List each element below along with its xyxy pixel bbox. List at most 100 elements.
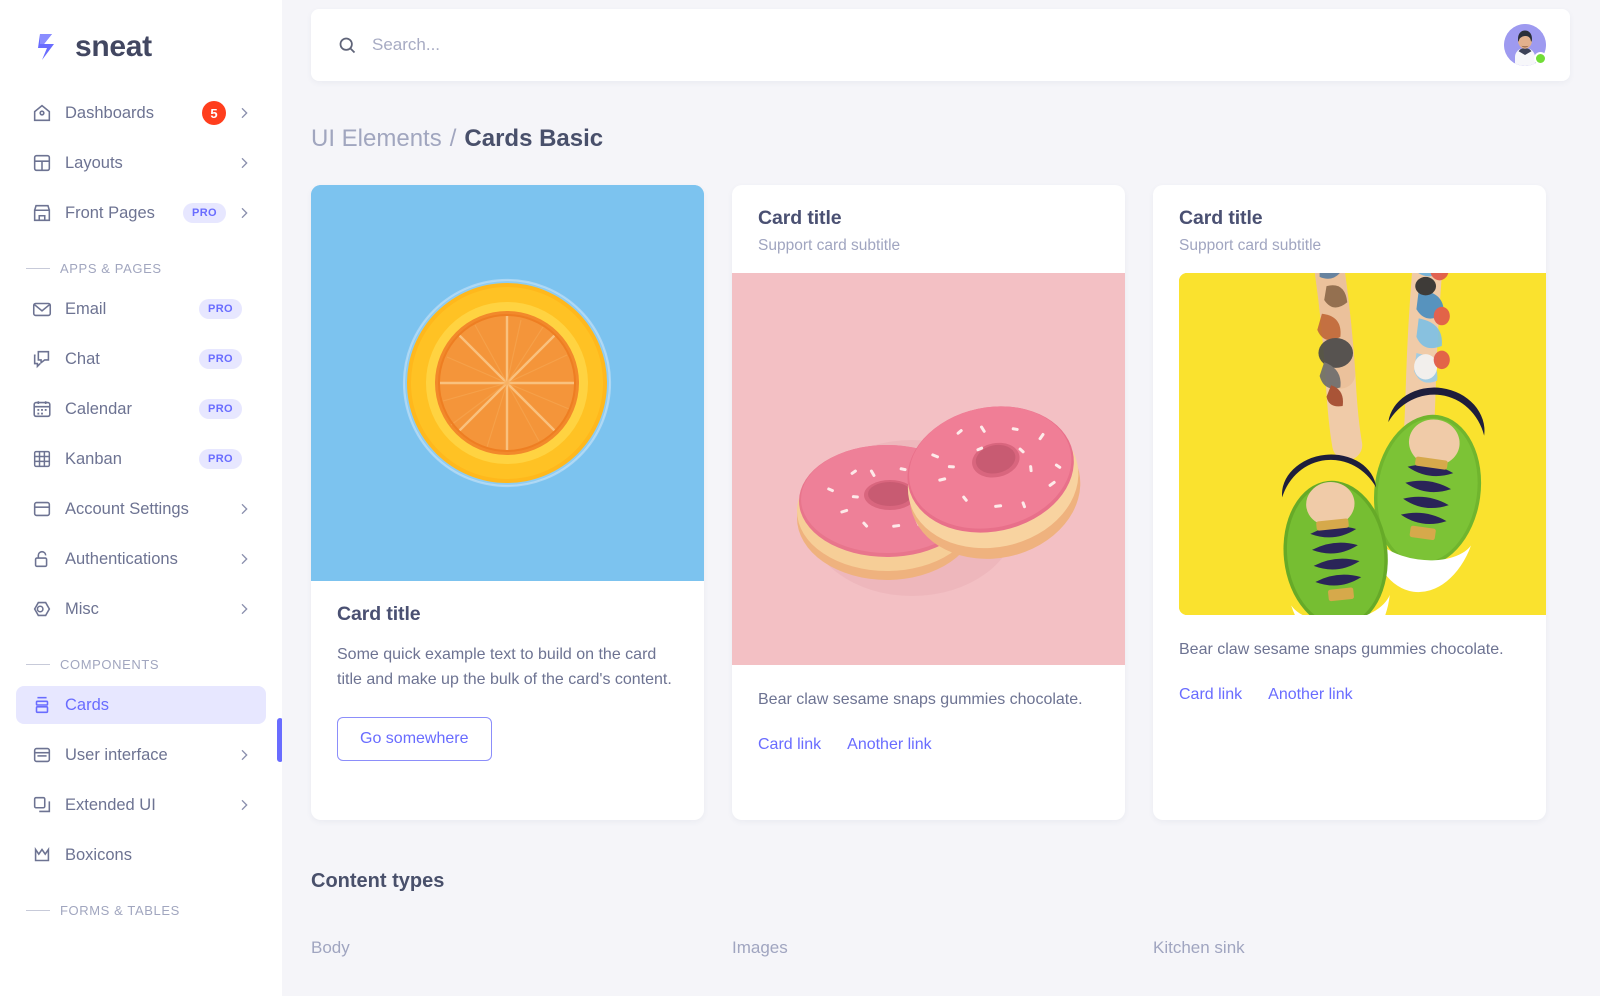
sidebar-item-extended-ui[interactable]: Extended UI [16, 786, 266, 824]
crown-icon [30, 843, 54, 867]
ui-icon [30, 743, 54, 767]
chevron-right-icon [236, 501, 252, 517]
card-header: Card title Support card subtitle [732, 185, 1125, 273]
another-link[interactable]: Another link [1268, 686, 1353, 704]
orange-slice-photo [311, 185, 704, 581]
sidebar-section-components: COMPONENTS [16, 642, 266, 686]
chevron-right-icon [236, 105, 252, 121]
sidebar-item-label: Authentications [65, 549, 178, 568]
card-links: Card link Another link [758, 736, 1099, 754]
sidebar-item-account-settings[interactable]: Account Settings [16, 490, 266, 528]
pro-badge: PRO [198, 449, 242, 469]
sidebar-item-kanban[interactable]: Kanban PRO [16, 440, 266, 478]
chevron-right-icon [236, 601, 252, 617]
sidebar-item-label: Account Settings [65, 499, 189, 518]
sidebar-item-boxicons[interactable]: Boxicons [16, 836, 266, 874]
content-types-section: Content types Body Images Kitchen sink [311, 870, 1600, 958]
sneat-logo-icon [30, 30, 64, 64]
card-donuts: Card title Support card subtitle Bear cl… [732, 185, 1125, 820]
section-label: COMPONENTS [60, 656, 160, 672]
card-subtitle: Support card subtitle [758, 237, 901, 254]
pink-donuts-photo [732, 273, 1125, 665]
sidebar-item-label: Calendar [65, 399, 132, 418]
sidebar-item-label: Extended UI [65, 795, 156, 814]
brand-name: sneat [75, 30, 152, 63]
grid-icon [30, 447, 54, 471]
card-header: Card title Support card subtitle [1153, 185, 1546, 273]
calendar-icon [30, 397, 54, 421]
copy-icon [30, 793, 54, 817]
pro-badge: PRO [182, 203, 226, 223]
card-text: Bear claw sesame snaps gummies chocolate… [758, 691, 1083, 708]
card-body: Bear claw sesame snaps gummies chocolate… [732, 665, 1125, 778]
sidebar-item-label: User interface [65, 745, 168, 764]
card-links: Card link Another link [1179, 686, 1520, 704]
card-link[interactable]: Card link [758, 736, 821, 754]
sidebar-item-chat[interactable]: Chat PRO [16, 340, 266, 378]
green-sneakers-photo [1179, 273, 1546, 615]
sidebar-section-apps-pages: APPS & PAGES [16, 246, 266, 290]
sidebar: sneat Dashboards 5 Layouts Front Pages P… [0, 0, 282, 996]
sidebar-item-front-pages[interactable]: Front Pages PRO [16, 194, 266, 232]
sidebar-nav: Dashboards 5 Layouts Front Pages PRO APP… [0, 94, 282, 932]
section-divider [26, 909, 50, 911]
topbar [311, 9, 1570, 81]
card-title: Card title [1179, 207, 1263, 229]
avatar[interactable] [1504, 24, 1547, 66]
chat-icon [30, 347, 54, 371]
sidebar-item-misc[interactable]: Misc [16, 590, 266, 628]
dashboards-badge: 5 [202, 101, 226, 125]
sidebar-item-calendar[interactable]: Calendar PRO [16, 390, 266, 428]
sidebar-item-label: Misc [65, 599, 99, 618]
go-somewhere-button[interactable]: Go somewhere [337, 716, 492, 761]
card-link[interactable]: Card link [1179, 686, 1242, 704]
card-orange: Card title Some quick example text to bu… [311, 185, 704, 820]
sidebar-section-forms-tables: FORMS & TABLES [16, 888, 266, 932]
chevron-right-icon [236, 205, 252, 221]
pro-badge: PRO [198, 299, 242, 319]
sidebar-item-dashboards[interactable]: Dashboards 5 [16, 94, 266, 132]
brand[interactable]: sneat [0, 0, 282, 94]
sidebar-item-label: Boxicons [65, 845, 132, 864]
section-divider [26, 663, 50, 665]
card-body: Bear claw sesame snaps gummies chocolate… [1153, 615, 1546, 728]
breadcrumb: UI Elements / Cards Basic [311, 125, 1600, 153]
sidebar-item-cards[interactable]: Cards [16, 686, 266, 724]
section-label: APPS & PAGES [60, 260, 162, 276]
card-subtitle: Support card subtitle [1179, 237, 1322, 254]
window-icon [30, 497, 54, 521]
sidebar-item-label: Dashboards [65, 103, 154, 122]
pro-badge: PRO [198, 399, 242, 419]
content-types-title: Content types [311, 870, 445, 892]
sidebar-item-label: Email [65, 299, 107, 318]
another-link[interactable]: Another link [847, 736, 932, 754]
app-root: sneat Dashboards 5 Layouts Front Pages P… [0, 0, 1600, 996]
chevron-right-icon [236, 797, 252, 813]
envelope-icon [30, 297, 54, 321]
content-type-images: Images [732, 938, 788, 957]
lock-icon [30, 547, 54, 571]
search-input[interactable] [372, 35, 772, 55]
sidebar-item-label: Front Pages [65, 203, 155, 222]
content-type-kitchen-sink: Kitchen sink [1153, 938, 1245, 957]
sidebar-item-authentications[interactable]: Authentications [16, 540, 266, 578]
status-badge [1534, 52, 1547, 65]
layout-icon [30, 151, 54, 175]
search-container[interactable] [337, 35, 1504, 56]
breadcrumb-parent[interactable]: UI Elements [311, 125, 442, 153]
sidebar-item-email[interactable]: Email PRO [16, 290, 266, 328]
section-label: FORMS & TABLES [60, 902, 180, 918]
content-type-body: Body [311, 938, 350, 957]
card-text: Some quick example text to build on the … [337, 646, 672, 689]
sidebar-item-layouts[interactable]: Layouts [16, 144, 266, 182]
sidebar-item-label: Chat [65, 349, 100, 368]
cards-icon [30, 693, 54, 717]
chevron-right-icon [236, 155, 252, 171]
page-title: Cards Basic [464, 125, 604, 152]
breadcrumb-separator: / [449, 125, 457, 152]
card-body: Card title Some quick example text to bu… [311, 581, 704, 785]
pro-badge: PRO [198, 349, 242, 369]
section-divider [26, 267, 50, 269]
sidebar-item-user-interface[interactable]: User interface [16, 736, 266, 774]
chevron-right-icon [236, 551, 252, 567]
